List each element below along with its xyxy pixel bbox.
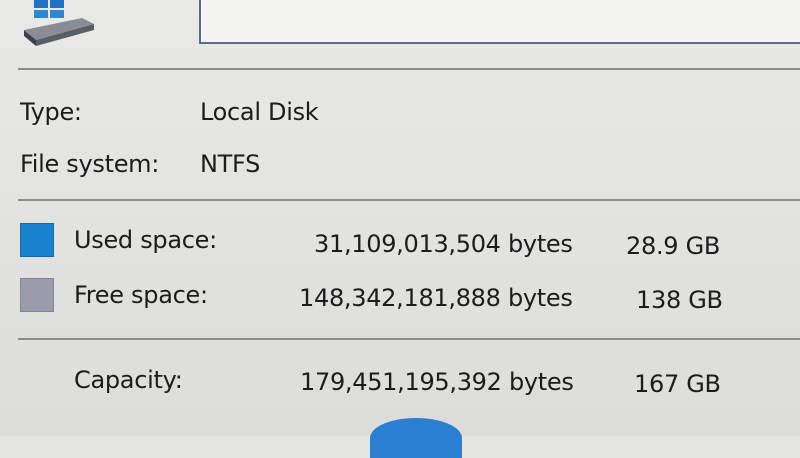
capacity-bytes: 179,451,195,392 bytes — [300, 368, 574, 396]
file-system-label: File system: — [20, 150, 160, 178]
file-system-value: NTFS — [200, 150, 261, 178]
disk-usage-pie — [370, 418, 462, 458]
capacity-size: 167 GB — [634, 370, 721, 398]
free-space-label: Free space: — [74, 281, 208, 309]
separator — [18, 199, 800, 201]
disk-properties-panel: Type: Local Disk File system: NTFS Used … — [0, 0, 800, 458]
volume-name-input[interactable] — [199, 0, 800, 44]
free-space-swatch — [20, 278, 54, 312]
used-space-label: Used space: — [74, 226, 217, 254]
free-space-size: 138 GB — [636, 286, 723, 314]
free-space-bytes: 148,342,181,888 bytes — [299, 284, 573, 312]
separator — [18, 338, 800, 340]
used-space-swatch — [20, 223, 54, 257]
separator — [18, 68, 800, 70]
drive-icon — [24, 0, 94, 46]
used-space-bytes: 31,109,013,504 bytes — [314, 230, 573, 258]
capacity-label: Capacity: — [74, 366, 183, 394]
type-label: Type: — [20, 98, 82, 126]
type-value: Local Disk — [200, 98, 319, 126]
used-space-size: 28.9 GB — [626, 232, 721, 260]
